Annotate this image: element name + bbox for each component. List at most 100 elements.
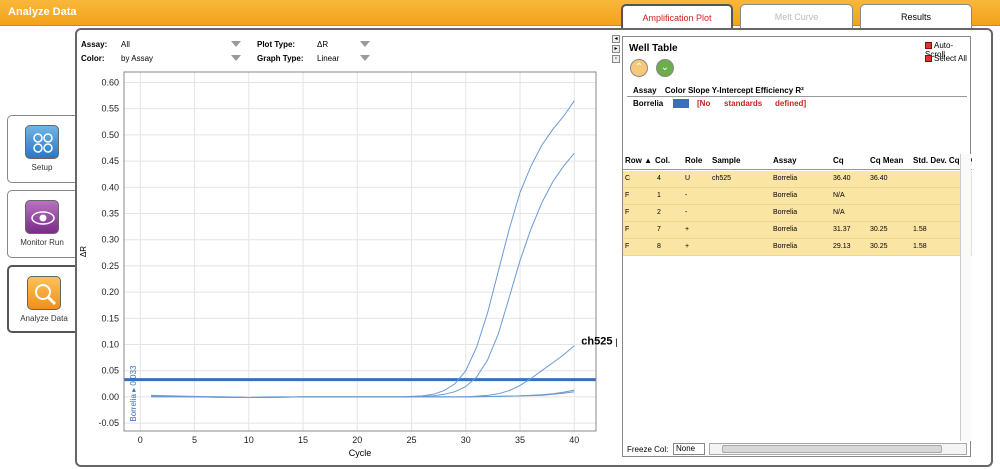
x-tick-label: 0 <box>138 435 143 445</box>
sidebar-item-monitor-run[interactable]: Monitor Run <box>7 190 77 258</box>
x-tick-label: 20 <box>352 435 362 445</box>
standards-message-3: defined] <box>775 99 807 108</box>
collapse-left-icon[interactable]: ◂ <box>612 35 620 43</box>
well-table-title: Well Table <box>629 43 678 54</box>
series-line-2[interactable] <box>151 152 575 399</box>
divider <box>623 169 972 170</box>
table-row[interactable]: C 4 Uch525 Borrelia 36.40 36.40 <box>623 171 972 188</box>
standards-col-efficiency: Efficiency <box>755 86 794 95</box>
series-group <box>151 100 575 399</box>
sidebar-item-analyze-data[interactable]: Analyze Data <box>7 265 79 333</box>
sidebar-item-label: Setup <box>31 163 53 172</box>
standards-color-swatch <box>673 99 689 108</box>
well-grid-header: Row ▲ Col. Role Sample Assay Cq Cq Mean … <box>623 154 972 168</box>
freeze-col-label: Freeze Col: <box>627 445 669 454</box>
sidebar-item-label: Analyze Data <box>20 314 68 323</box>
divider <box>627 96 967 97</box>
grid-plate-icon <box>25 125 59 159</box>
cell-cq: 36.40 <box>833 175 851 182</box>
standards-message-2: standards <box>724 99 763 108</box>
x-tick-label: 35 <box>515 435 525 445</box>
sidebar-item-label: Monitor Run <box>20 238 64 247</box>
app-title: Analyze Data <box>8 6 77 18</box>
x-axis-label: Cycle <box>349 448 372 458</box>
table-row[interactable]: F 8 + Borrelia 29.13 30.25 1.58 <box>623 239 972 256</box>
sidebar-item-setup[interactable]: Setup <box>7 115 77 183</box>
table-row[interactable]: F 7 + Borrelia 31.37 30.25 1.58 <box>623 222 972 239</box>
tab-amplification-plot[interactable]: Amplification Plot <box>621 4 733 30</box>
amplification-plot[interactable]: Borrelia ▸ 0.033 0 5 10 15 20 25 30 35 40 -0.05 0.… <box>77 30 617 469</box>
tab-results[interactable]: Results <box>860 4 972 28</box>
column-header-role[interactable]: Role <box>685 156 702 165</box>
cell-col: 1 <box>657 192 661 199</box>
cell-assay: Borrelia <box>773 175 798 182</box>
y-tick-label: 0.45 <box>101 156 119 166</box>
vertical-scrollbar[interactable] <box>960 154 971 441</box>
scrollbar-thumb[interactable] <box>722 445 942 453</box>
y-tick-label: -0.05 <box>98 418 119 428</box>
checkbox-checked-icon[interactable] <box>925 55 932 62</box>
cell-cq: 29.13 <box>833 243 851 250</box>
restore-icon[interactable]: ▫ <box>612 55 620 63</box>
cell-role: - <box>685 209 688 216</box>
column-header-row[interactable]: Row ▲ <box>625 156 652 165</box>
cell-col: 7 <box>657 226 661 233</box>
standards-col-r2: R² <box>795 86 804 95</box>
y-tick-label: 0.60 <box>101 77 119 87</box>
y-tick-label: 0.30 <box>101 235 119 245</box>
expand-rows-icon[interactable]: ⌄ <box>656 59 674 77</box>
tab-melt-curve[interactable]: Melt Curve <box>740 4 853 28</box>
column-header-assay[interactable]: Assay <box>773 156 797 165</box>
expand-right-icon[interactable]: ▸ <box>612 45 620 53</box>
well-table-panel: Well Table Auto-Scroll Select All ⌃ ⌄ As… <box>622 36 972 457</box>
cell-assay: Borrelia <box>773 192 798 199</box>
series-line-3[interactable] <box>151 345 575 399</box>
x-tick-label: 30 <box>461 435 471 445</box>
column-header-sample[interactable]: Sample <box>712 156 740 165</box>
cell-row: F <box>625 192 630 199</box>
y-tick-label: 0.40 <box>101 182 119 192</box>
x-tick-label: 25 <box>407 435 417 445</box>
cell-col: 2 <box>657 209 661 216</box>
column-header-cq[interactable]: Cq <box>833 156 844 165</box>
cell-row: C <box>625 175 631 182</box>
collapse-rows-icon[interactable]: ⌃ <box>630 59 648 77</box>
tick-labels: 0 5 10 15 20 25 30 35 40 -0.05 0.00 0.05 0.10 0.15 0.2… <box>98 77 579 445</box>
cell-sample: ch525 <box>712 175 732 182</box>
grid-lines <box>124 72 596 431</box>
cell-role: + <box>685 243 690 250</box>
cell-assay: Borrelia <box>773 209 798 216</box>
y-tick-label: 0.50 <box>101 130 119 140</box>
standards-col-slope: Slope <box>687 86 710 95</box>
y-tick-label: 0.25 <box>101 261 119 271</box>
annotation-label: ch525 patient material <box>581 336 617 348</box>
standards-col-color: Color <box>664 86 686 95</box>
cell-col: 8 <box>657 243 661 250</box>
standards-header: Assay Color Slope Y-Intercept Efficiency… <box>633 86 804 95</box>
freeze-col-spinner[interactable]: None <box>673 443 705 455</box>
cell-cq: N/A <box>833 192 845 199</box>
horizontal-scrollbar[interactable] <box>709 443 967 455</box>
y-tick-label: 0.10 <box>101 340 119 350</box>
column-header-std-dev-cq[interactable]: Std. Dev. Cq <box>913 156 960 165</box>
select-all-checkbox[interactable]: Select All <box>925 54 967 63</box>
cell-cq: N/A <box>833 209 845 216</box>
table-row[interactable]: F 1 - Borrelia N/A <box>623 188 972 205</box>
y-tick-label: 0.20 <box>101 287 119 297</box>
cell-std: 1.58 <box>913 226 927 233</box>
select-all-label: Select All <box>934 54 967 63</box>
x-tick-label: 10 <box>244 435 254 445</box>
cell-assay: Borrelia <box>773 226 798 233</box>
table-row[interactable]: F 2 - Borrelia N/A <box>623 205 972 222</box>
column-header-col[interactable]: Col. <box>655 156 670 165</box>
y-tick-label: 0.35 <box>101 209 119 219</box>
cell-row: F <box>625 209 630 216</box>
standards-message-1: [No <box>697 99 711 108</box>
standards-col-y-intercept: Y-Intercept <box>711 86 754 95</box>
column-header-cq-mean[interactable]: Cq Mean <box>870 156 903 165</box>
series-line-1[interactable] <box>151 100 575 399</box>
cell-cq-mean: 36.40 <box>870 175 888 182</box>
checkbox-checked-icon[interactable] <box>925 42 932 49</box>
x-tick-label: 40 <box>569 435 579 445</box>
magnifier-icon <box>27 276 61 310</box>
